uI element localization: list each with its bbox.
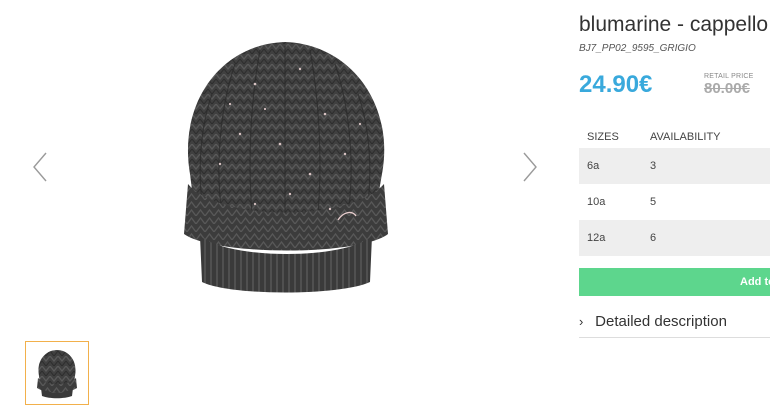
chevron-right-icon	[523, 152, 537, 182]
product-gallery	[0, 0, 560, 416]
product-main-image	[160, 24, 410, 304]
availability-value: 5	[650, 196, 657, 208]
retail-price-label: RETAIL PRICE	[704, 73, 754, 80]
product-info-panel: blumarine - cappello BJ7_PP02_9595_GRIGI…	[579, 0, 770, 416]
size-value: 10a	[587, 196, 606, 208]
availability-value: 3	[650, 160, 657, 172]
gallery-prev-button[interactable]	[30, 150, 50, 184]
detailed-description-label: Detailed description	[595, 313, 727, 330]
retail-price: 80.00€	[704, 80, 750, 97]
product-price: 24.90€	[579, 71, 653, 98]
add-to-cart-label: Add to	[740, 276, 770, 288]
chevron-right-icon: ›	[579, 314, 584, 329]
size-row[interactable]: 10a 5	[579, 184, 770, 220]
availability-column-header: AVAILABILITY	[650, 131, 721, 143]
size-value: 6a	[587, 160, 600, 172]
product-sku: BJ7_PP02_9595_GRIGIO	[579, 43, 696, 54]
add-to-cart-button[interactable]: Add to	[579, 268, 770, 296]
sizes-table: SIZES AVAILABILITY 6a 3 10a 5 12a 6	[579, 126, 770, 256]
sizes-table-header: SIZES AVAILABILITY	[579, 126, 770, 148]
sizes-column-header: SIZES	[587, 131, 619, 143]
size-value: 12a	[587, 232, 606, 244]
availability-value: 6	[650, 232, 657, 244]
gallery-next-button[interactable]	[520, 150, 540, 184]
product-title: blumarine - cappello	[579, 13, 769, 36]
chevron-left-icon	[33, 152, 47, 182]
size-row[interactable]: 6a 3	[579, 148, 770, 184]
gallery-thumbnail[interactable]	[25, 341, 89, 405]
detailed-description-toggle[interactable]: › Detailed description	[579, 313, 770, 338]
size-row[interactable]: 12a 6	[579, 220, 770, 256]
